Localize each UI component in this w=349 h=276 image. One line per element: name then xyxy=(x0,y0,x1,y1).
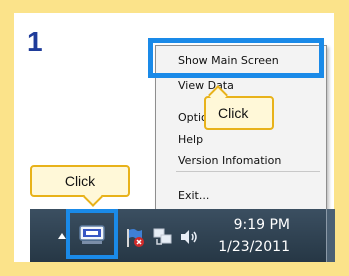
network-icon[interactable] xyxy=(152,226,174,248)
callout-label: Click xyxy=(64,173,96,189)
volume-icon[interactable] xyxy=(178,227,200,247)
callout-label: Click xyxy=(218,105,249,121)
tray-icon-highlight xyxy=(66,209,118,259)
show-desktop-button[interactable] xyxy=(326,209,335,262)
menu-separator xyxy=(176,171,320,172)
action-center-flag-icon[interactable] xyxy=(125,227,145,249)
click-callout-tray: Click xyxy=(30,165,130,197)
clock-time[interactable]: 9:19 PM xyxy=(200,217,290,233)
step-number: 1 xyxy=(27,26,43,57)
menu-item-view-data[interactable]: View Data xyxy=(178,79,234,92)
clock-date[interactable]: 1/23/2011 xyxy=(200,239,290,255)
menu-item-highlight xyxy=(148,38,324,78)
menu-item-exit[interactable]: Exit... xyxy=(178,189,209,202)
menu-item-version-information[interactable]: Version Infomation xyxy=(178,154,281,167)
menu-item-help[interactable]: Help xyxy=(178,133,203,146)
